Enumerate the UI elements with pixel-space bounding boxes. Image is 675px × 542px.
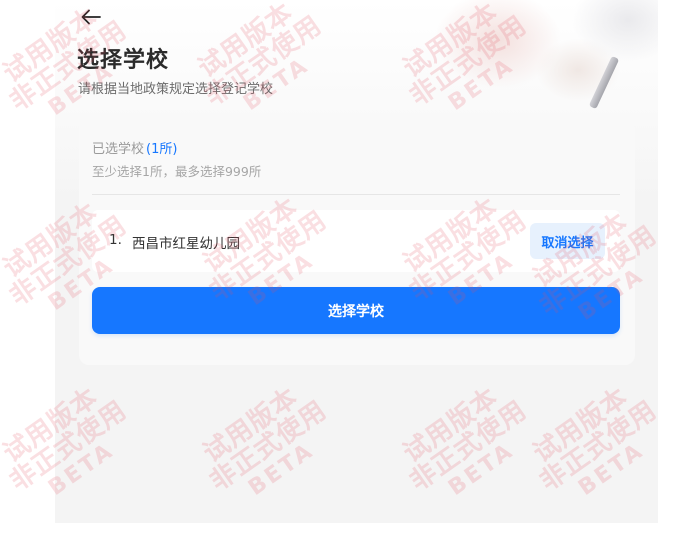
arrow-left-icon <box>81 9 101 25</box>
school-index: 1. <box>109 232 122 248</box>
selection-rule: 至少选择1所，最多选择999所 <box>92 164 262 179</box>
school-name: 西昌市红星幼儿园 <box>132 236 240 252</box>
page-subtitle: 请根据当地政策规定选择登记学校 <box>78 82 274 97</box>
cancel-selection-button[interactable]: 取消选择 <box>530 223 605 259</box>
selected-count: (1所) <box>146 142 178 157</box>
divider <box>92 194 620 195</box>
back-button[interactable] <box>78 4 104 30</box>
page-title: 选择学校 <box>77 48 170 73</box>
choose-school-button[interactable]: 选择学校 <box>92 287 620 334</box>
selected-info: 已选学校 (1所) <box>92 138 177 157</box>
selected-label: 已选学校 <box>92 142 145 157</box>
